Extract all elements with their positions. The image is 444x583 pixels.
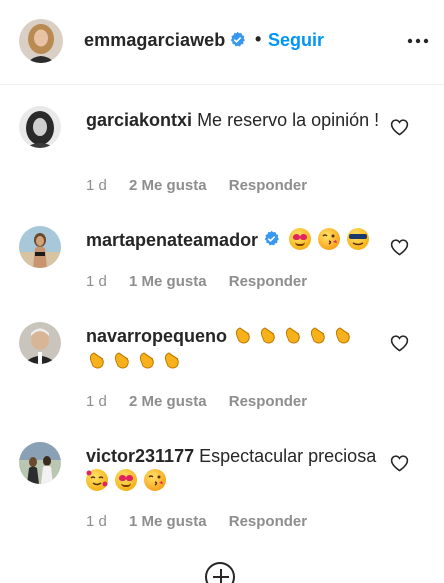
commenter-avatar[interactable] bbox=[19, 442, 61, 484]
comment-text: Espectacular preciosa bbox=[199, 446, 377, 466]
like-heart-icon[interactable] bbox=[390, 454, 409, 472]
commenter-avatar[interactable] bbox=[19, 322, 61, 364]
comment-username[interactable]: garciakontxi bbox=[86, 110, 192, 130]
like-heart-icon[interactable] bbox=[390, 238, 409, 256]
comment-time[interactable]: 1 d bbox=[86, 513, 107, 530]
reply-button[interactable]: Responder bbox=[229, 513, 307, 530]
commenter-avatar[interactable] bbox=[19, 226, 61, 268]
load-more-comments-icon[interactable] bbox=[205, 562, 235, 583]
comment-body: navarropequeno bbox=[86, 324, 381, 374]
commenter-avatar[interactable] bbox=[19, 106, 61, 148]
comment-time[interactable]: 1 d bbox=[86, 273, 107, 290]
smiling-face-with-hearts-emoji-icon bbox=[86, 469, 108, 491]
comment-body: garciakontxi Me reservo la opinión ! bbox=[86, 108, 381, 133]
clapping-hands-emoji-icon bbox=[139, 352, 154, 369]
heart-eyes-emoji-icon bbox=[115, 469, 138, 491]
clapping-hands-emoji-icon bbox=[260, 327, 275, 344]
comment-body: victor231177 Espectacular preciosa bbox=[86, 444, 381, 494]
clapping-hands-emoji-icon bbox=[335, 327, 350, 344]
reply-button[interactable]: Responder bbox=[229, 177, 307, 194]
follow-button[interactable]: Seguir bbox=[268, 30, 324, 51]
author-username[interactable]: emmagarciaweb bbox=[84, 30, 225, 51]
like-heart-icon[interactable] bbox=[390, 334, 409, 352]
comment-likes[interactable]: 2 Me gusta bbox=[129, 177, 207, 194]
comment-username[interactable]: martapenateamador bbox=[86, 230, 258, 250]
comment-meta: 1 d 1 Me gusta Responder bbox=[86, 513, 307, 530]
kissing-face-emoji-icon bbox=[144, 469, 167, 491]
separator-dot: • bbox=[255, 29, 262, 49]
comment-time[interactable]: 1 d bbox=[86, 393, 107, 410]
author-avatar[interactable] bbox=[19, 19, 63, 63]
clapping-hands-emoji-icon bbox=[114, 352, 129, 369]
comment-likes[interactable]: 1 Me gusta bbox=[129, 273, 207, 290]
reply-button[interactable]: Responder bbox=[229, 273, 307, 290]
clapping-hands-emoji-icon bbox=[235, 327, 250, 344]
clapping-hands-emoji-icon bbox=[164, 352, 179, 369]
verified-badge-icon bbox=[263, 229, 280, 254]
clapping-hands-emoji-icon bbox=[285, 327, 300, 344]
clapping-hands-emoji-icon bbox=[89, 352, 104, 369]
comment-username[interactable]: navarropequeno bbox=[86, 326, 227, 346]
comment-username[interactable]: victor231177 bbox=[86, 446, 194, 466]
like-heart-icon[interactable] bbox=[390, 118, 409, 136]
comment-meta: 1 d 2 Me gusta Responder bbox=[86, 177, 307, 194]
comment-likes[interactable]: 1 Me gusta bbox=[129, 513, 207, 530]
comment-meta: 1 d 1 Me gusta Responder bbox=[86, 273, 307, 290]
post-header: emmagarciaweb • Seguir bbox=[0, 0, 444, 85]
comment-body: martapenateamador bbox=[86, 228, 381, 254]
clapping-hands-emoji-icon bbox=[310, 327, 325, 344]
sunglasses-emoji-icon bbox=[347, 228, 370, 250]
verified-badge-icon bbox=[229, 31, 246, 53]
comment-likes[interactable]: 2 Me gusta bbox=[129, 393, 207, 410]
comment-meta: 1 d 2 Me gusta Responder bbox=[86, 393, 307, 410]
reply-button[interactable]: Responder bbox=[229, 393, 307, 410]
comment-text: Me reservo la opinión ! bbox=[197, 110, 380, 130]
more-options-icon[interactable] bbox=[406, 29, 430, 53]
heart-eyes-emoji-icon bbox=[289, 228, 312, 250]
comment-time[interactable]: 1 d bbox=[86, 177, 107, 194]
kissing-face-emoji-icon bbox=[318, 228, 341, 250]
